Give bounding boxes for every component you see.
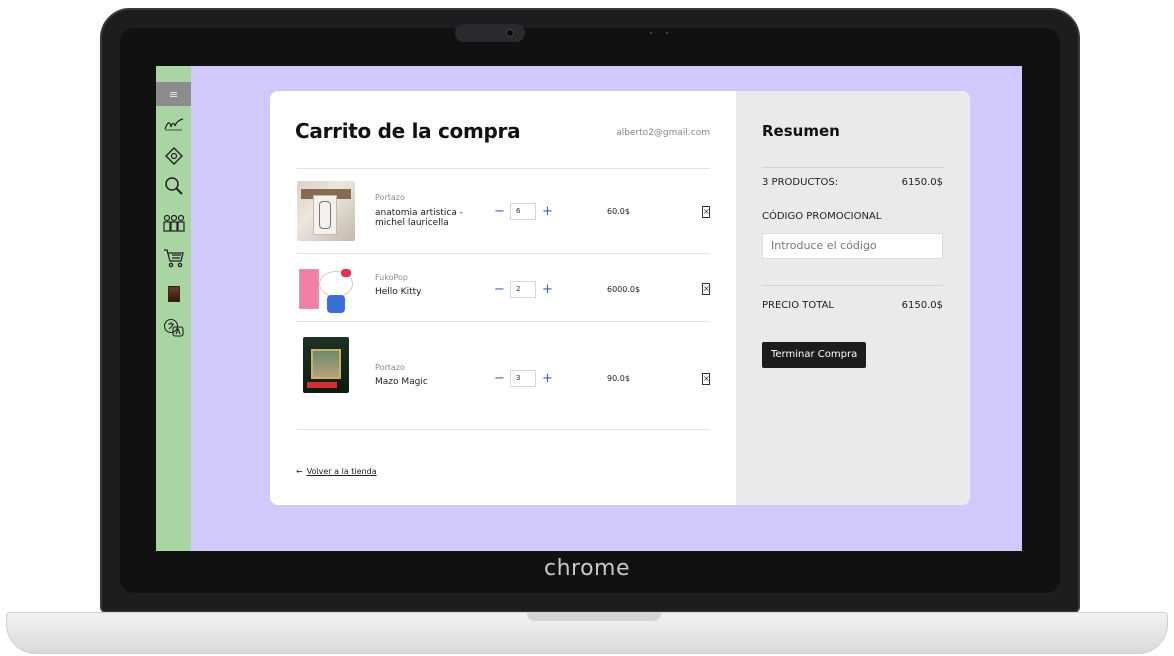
remove-item-button[interactable]: × (702, 283, 710, 295)
product-brand: Portazo (375, 363, 405, 372)
total-price-label: PRECIO TOTAL (762, 300, 835, 311)
increase-button[interactable]: + (542, 371, 553, 386)
divider (297, 321, 710, 322)
products-count-label: 3 PRODUCTOS: (762, 177, 839, 188)
signature-icon[interactable] (156, 111, 191, 137)
finish-purchase-button[interactable]: Terminar Compra (762, 342, 867, 368)
quantity-stepper: − 6 + (494, 203, 553, 220)
cart-panel: Carrito de la compra alberto2@gmail.com … (270, 91, 736, 505)
cart-item-row: Portazo anatomia artistica - michel laur… (297, 181, 710, 245)
arrow-left-icon: ← (296, 467, 303, 476)
back-to-store-link[interactable]: ← Volver a la tienda (296, 467, 377, 476)
book-icon[interactable] (156, 281, 191, 307)
product-image (297, 261, 355, 321)
product-name: anatomia artistica - michel lauricella (375, 208, 463, 228)
chrome-logo: chrome (543, 556, 631, 581)
quantity-input[interactable]: 3 (510, 370, 536, 387)
product-name: Mazo Magic (375, 377, 428, 387)
tag-icon[interactable] (156, 143, 191, 169)
summary-panel: Resumen 3 PRODUCTOS: 6150.0$ CÓDIGO PROM… (736, 91, 970, 505)
product-name: Hello Kitty (375, 287, 422, 297)
summary-title: Resumen (762, 122, 840, 140)
decrease-button[interactable]: − (494, 204, 505, 219)
product-price: 90.0$ (607, 374, 630, 383)
user-email: alberto2@gmail.com (616, 128, 710, 138)
sidebar: ≡ (156, 66, 191, 551)
product-image (297, 335, 355, 395)
quantity-input[interactable]: 2 (510, 281, 536, 298)
screen: ≡ Carrito de la compra alberto2@gmail.co… (156, 66, 1022, 551)
camera-housing (455, 24, 525, 42)
product-price: 6000.0$ (607, 285, 641, 294)
quantity-stepper: − 2 + (494, 281, 553, 298)
divider (762, 285, 943, 286)
search-icon[interactable] (156, 173, 191, 199)
product-image (297, 181, 355, 241)
decrease-button[interactable]: − (494, 371, 505, 386)
base-notch (527, 613, 661, 621)
back-link-label: Volver a la tienda (306, 467, 377, 476)
indicator-dot-icon (650, 32, 652, 34)
divider (762, 167, 943, 168)
divider (297, 253, 710, 254)
total-price-value: 6150.0$ (901, 300, 943, 311)
increase-button[interactable]: + (542, 282, 553, 297)
divider (297, 168, 710, 169)
cart-item-row: Portazo Mazo Magic − 3 + 90.0$ × (297, 335, 710, 415)
product-price: 60.0$ (607, 207, 630, 216)
increase-button[interactable]: + (542, 204, 553, 219)
quantity-input[interactable]: 6 (510, 203, 536, 220)
laptop-base (6, 612, 1168, 654)
menu-icon[interactable]: ≡ (156, 82, 191, 106)
decrease-button[interactable]: − (494, 282, 505, 297)
indicator-dot-icon (666, 32, 668, 34)
cart-item-row: FukoPop Hello Kitty − 2 + 6000.0$ × (297, 261, 710, 321)
product-brand: FukoPop (375, 273, 408, 282)
remove-item-button[interactable]: × (702, 206, 710, 218)
products-subtotal: 6150.0$ (901, 177, 943, 188)
promo-code-input[interactable]: Introduce el código (762, 233, 943, 259)
promo-code-label: CÓDIGO PROMOCIONAL (762, 211, 882, 222)
translate-icon[interactable] (156, 315, 191, 341)
product-brand: Portazo (375, 193, 405, 202)
camera-icon (506, 29, 514, 37)
quantity-stepper: − 3 + (494, 370, 553, 387)
divider (297, 429, 710, 430)
figures-icon[interactable] (156, 210, 191, 236)
remove-item-button[interactable]: × (702, 373, 710, 385)
page-title: Carrito de la compra (295, 119, 521, 143)
cart-icon[interactable] (156, 245, 191, 271)
cart-card: Carrito de la compra alberto2@gmail.com … (270, 91, 970, 505)
